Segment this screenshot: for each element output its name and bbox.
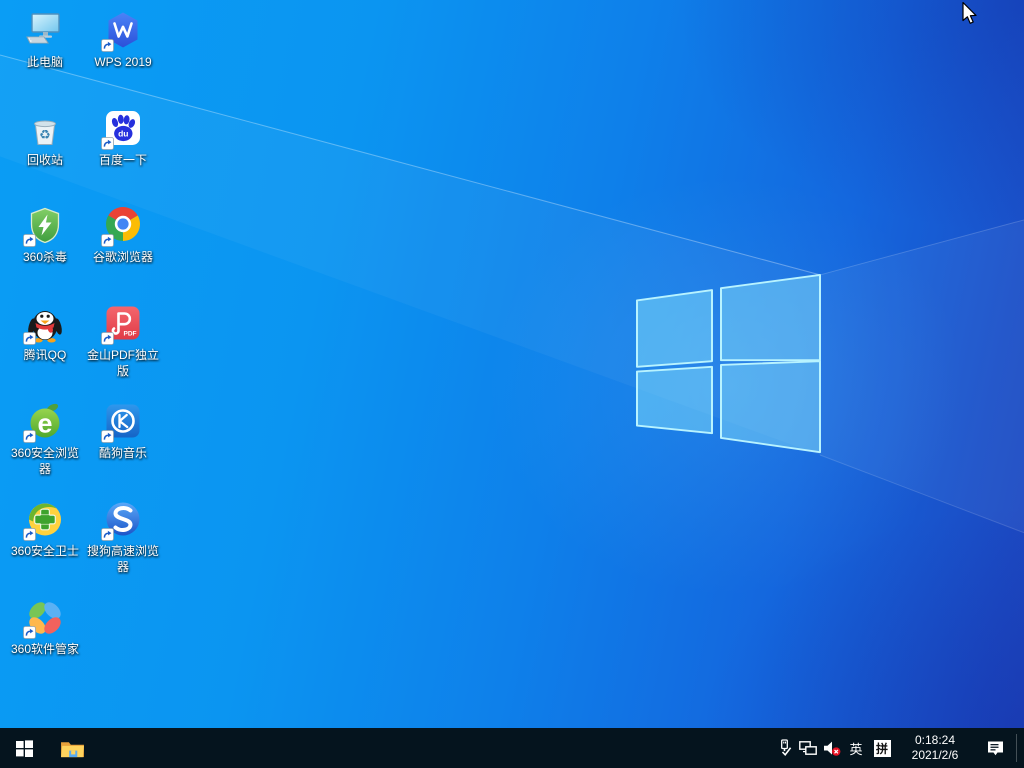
shortcut-arrow-badge <box>23 234 36 247</box>
desktop-icon-label: 360安全卫士 <box>6 543 84 559</box>
desktop-icon-label: 360安全浏览器 <box>6 445 84 477</box>
desktop-icon-label: WPS 2019 <box>84 54 162 70</box>
usb-safely-remove-tray-icon[interactable] <box>772 728 796 768</box>
desktop-icon-label: 酷狗音乐 <box>84 445 162 461</box>
desktop-icon-360-antivirus[interactable]: 360杀毒 <box>6 205 84 265</box>
network-icon <box>799 741 817 756</box>
shortcut-arrow-badge <box>23 430 36 443</box>
sogou-s-icon <box>103 499 143 539</box>
qq-penguin-icon <box>25 303 65 343</box>
desktop-icon-label: 腾讯QQ <box>6 347 84 363</box>
volume-muted-tray-icon[interactable] <box>820 728 844 768</box>
ime-pinyin-box: 拼 <box>874 740 891 757</box>
green-e-browser-icon: e <box>25 401 65 441</box>
shortcut-arrow-badge <box>23 626 36 639</box>
start-button[interactable] <box>0 728 48 768</box>
input-language-indicator[interactable]: 英 <box>844 728 868 768</box>
desktop-screen: 此电脑 WPS 2019 ♻ 回收站 <box>0 0 1024 768</box>
shortcut-arrow-badge <box>101 528 114 541</box>
svg-text:PDF: PDF <box>124 331 137 338</box>
pdf-icon: PDF <box>103 303 143 343</box>
desktop-icon-label: 360杀毒 <box>6 249 84 265</box>
usb-icon <box>777 739 792 757</box>
four-petal-flower-icon <box>25 597 65 637</box>
clock-time: 0:18:24 <box>915 733 955 748</box>
speaker-muted-icon <box>823 740 842 757</box>
shortcut-arrow-badge <box>101 39 114 52</box>
desktop-icon-360-secure-browser[interactable]: e 360安全浏览器 <box>6 401 84 477</box>
desktop-icon-label: 回收站 <box>6 152 84 168</box>
desktop-icon-label: 此电脑 <box>6 54 84 70</box>
desktop-icon-baidu-search[interactable]: du 百度一下 <box>84 108 162 168</box>
desktop-icon-google-chrome[interactable]: 谷歌浏览器 <box>84 205 162 265</box>
desktop-icon-label: 金山PDF独立版 <box>84 347 162 379</box>
baidu-paw-icon: du <box>103 108 143 148</box>
green-plus-circle-icon <box>25 499 65 539</box>
network-tray-icon[interactable] <box>796 728 820 768</box>
svg-text:du: du <box>118 129 128 139</box>
shortcut-arrow-badge <box>101 430 114 443</box>
recycle-bin-icon: ♻ <box>25 108 65 148</box>
desktop-icon-wps-2019[interactable]: WPS 2019 <box>84 10 162 70</box>
svg-text:e: e <box>37 409 52 439</box>
shortcut-arrow-badge <box>23 332 36 345</box>
chrome-icon <box>103 205 143 245</box>
taskbar-clock[interactable]: 0:18:24 2021/2/6 <box>896 728 974 768</box>
desktop-icon-360-software-manager[interactable]: 360软件管家 <box>6 597 84 657</box>
wps-icon <box>103 10 143 50</box>
shortcut-arrow-badge <box>101 137 114 150</box>
svg-text:♻: ♻ <box>39 128 51 143</box>
shield-lightning-icon <box>25 205 65 245</box>
desktop-icon-recycle-bin[interactable]: ♻ 回收站 <box>6 108 84 168</box>
kugou-k-icon <box>103 401 143 441</box>
desktop-icon-sogou-browser[interactable]: 搜狗高速浏览器 <box>84 499 162 575</box>
shortcut-arrow-badge <box>101 332 114 345</box>
clock-date: 2021/2/6 <box>912 748 959 763</box>
this-pc-icon <box>25 10 65 50</box>
desktop-icon-label: 360软件管家 <box>6 641 84 657</box>
desktop-icon-label: 搜狗高速浏览器 <box>84 543 162 575</box>
taskbar: 英 拼 0:18:24 2021/2/6 <box>0 728 1024 768</box>
desktop-icon-grid: 此电脑 WPS 2019 ♻ 回收站 <box>6 0 176 728</box>
ime-pinyin-badge[interactable]: 拼 <box>868 728 896 768</box>
windows-start-icon <box>16 740 33 757</box>
desktop-icon-kugou-music[interactable]: 酷狗音乐 <box>84 401 162 461</box>
desktop-icon-360-safe-guard[interactable]: 360安全卫士 <box>6 499 84 559</box>
desktop-icon-this-pc[interactable]: 此电脑 <box>6 10 84 70</box>
shortcut-arrow-badge <box>23 528 36 541</box>
shortcut-arrow-badge <box>101 234 114 247</box>
desktop-icon-label: 百度一下 <box>84 152 162 168</box>
file-explorer-icon <box>60 738 85 759</box>
desktop-icon-tencent-qq[interactable]: 腾讯QQ <box>6 303 84 363</box>
desktop-icon-label: 谷歌浏览器 <box>84 249 162 265</box>
file-explorer-taskbar-button[interactable] <box>48 728 96 768</box>
action-center-button[interactable] <box>974 728 1016 768</box>
desktop-icon-kingsoft-pdf[interactable]: PDF 金山PDF独立版 <box>84 303 162 379</box>
show-desktop-button[interactable] <box>1017 728 1024 768</box>
action-center-icon <box>987 740 1004 756</box>
system-tray: 英 拼 0:18:24 2021/2/6 <box>772 728 1024 768</box>
